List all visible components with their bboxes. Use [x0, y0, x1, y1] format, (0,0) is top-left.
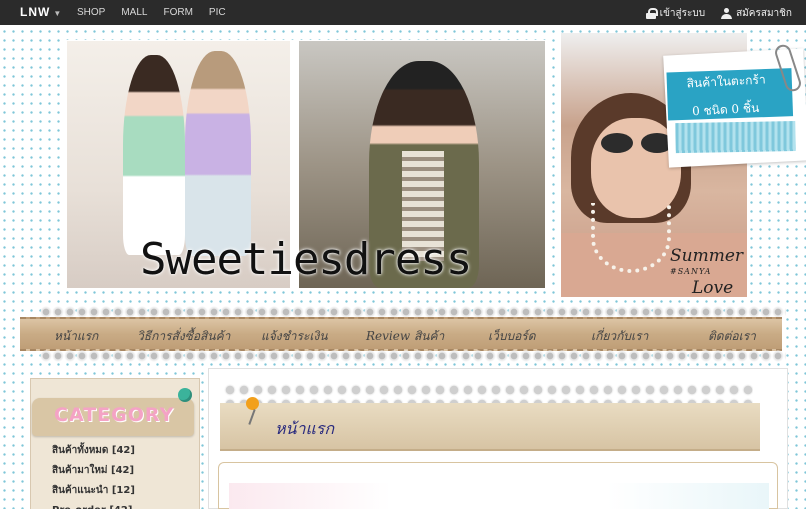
nav-form[interactable]: FORM [163, 7, 192, 18]
menu-review[interactable]: Review สินค้า [366, 327, 444, 346]
login-link[interactable]: เข้าสู่ระบบ [645, 6, 706, 21]
category-preorder[interactable]: Pre-order [42] [52, 501, 135, 509]
caption-line-3: Love [692, 278, 734, 298]
menu-webboard[interactable]: เว็บบอร์ด [488, 327, 536, 346]
cart-count: 0 ชนิด 0 ชิ้น [691, 100, 760, 119]
register-label: สมัครสมาชิก [736, 8, 792, 19]
shop-title: Sweetiesdress [140, 234, 472, 285]
nav-pic[interactable]: PIC [209, 7, 226, 18]
login-label: เข้าสู่ระบบ [659, 8, 706, 19]
summer-love-caption: Summer #SANYA Love [670, 246, 744, 298]
sunglasses-shape [601, 133, 676, 155]
category-heading: CATEGORY [54, 404, 175, 426]
nav-shop[interactable]: SHOP [77, 7, 105, 18]
model-figure [185, 51, 251, 256]
lace-trim [223, 383, 753, 405]
content-banner-strip [229, 483, 769, 509]
category-new[interactable]: สินค้ามาใหม่ [42] [52, 461, 135, 481]
page-title: หน้าแรก [275, 419, 335, 438]
category-heading-tag: CATEGORY [32, 398, 194, 436]
category-recommended[interactable]: สินค้าแนะนำ [12] [52, 481, 135, 501]
user-icon [721, 8, 733, 19]
menu-contact[interactable]: ติดต่อเรา [708, 327, 756, 346]
category-all[interactable]: สินค้าทั้งหมด [42] [52, 441, 135, 461]
account-links: เข้าสู่ระบบ สมัครสมาชิก [645, 6, 792, 21]
menu-about[interactable]: เกี่ยวกับเรา [591, 327, 648, 346]
menu-payment-notice[interactable]: แจ้งชำระเงิน [261, 327, 328, 346]
caption-line-1: Summer [670, 246, 744, 266]
model-figure [123, 55, 185, 255]
header-banner: Sweetiesdress [66, 40, 548, 290]
main-menu: หน้าแรก วิธีการสั่งซื้อสินค้า แจ้งชำระเง… [20, 317, 782, 351]
pin-icon [178, 388, 192, 402]
chevron-down-icon: ▼ [53, 9, 63, 18]
pushpin-icon [243, 397, 261, 425]
brand-label: LNW [20, 5, 51, 19]
menu-home[interactable]: หน้าแรก [54, 327, 98, 346]
torn-paper [675, 121, 796, 154]
content-frame [218, 462, 778, 509]
lock-icon [645, 8, 658, 19]
pearl-necklace [591, 203, 671, 273]
menu-how-to-order[interactable]: วิธีการสั่งซื้อสินค้า [137, 327, 230, 346]
lace-divider [40, 350, 786, 362]
nav-mall[interactable]: MALL [121, 7, 147, 18]
page-heading-paper: หน้าแรก [220, 403, 760, 451]
category-list: สินค้าทั้งหมด [42] สินค้ามาใหม่ [42] สิน… [52, 441, 135, 509]
register-link[interactable]: สมัครสมาชิก [721, 6, 792, 21]
top-nav: SHOP MALL FORM PIC [77, 7, 242, 18]
lnw-logo[interactable]: LNW ▼ [20, 5, 62, 19]
top-bar: LNW ▼ SHOP MALL FORM PIC เข้าสู่ระบบ สมัค… [0, 0, 806, 25]
